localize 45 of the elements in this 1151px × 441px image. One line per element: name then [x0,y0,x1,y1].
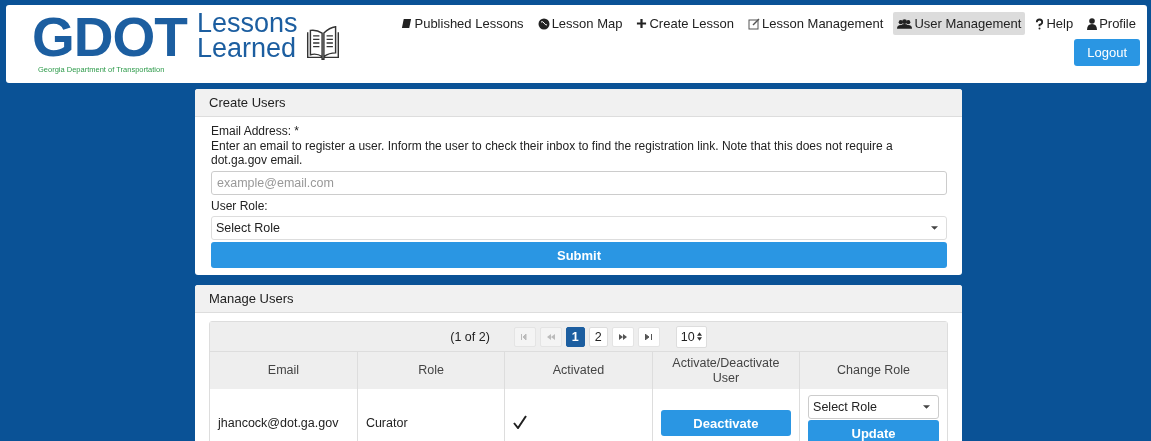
nav-link[interactable]: Lesson Management [744,12,888,35]
users-icon [897,17,913,30]
panel-title: Manage Users [195,285,962,313]
panel-title: Create Users [195,89,962,117]
first-page-icon [520,333,529,340]
nav-link[interactable]: Profile [1083,12,1140,35]
column-header: Activated [504,352,653,389]
plus-icon [636,18,648,29]
book-icon [305,23,342,63]
app-title: Lessons [196,11,298,36]
role-select[interactable]: Select Role [211,216,947,240]
role-select[interactable]: Select Role [808,395,939,419]
next-page-icon [618,333,627,340]
next-page-button[interactable] [611,326,634,347]
spinner-arrows-icon [696,332,702,341]
nav-link[interactable]: Help [1031,12,1078,35]
page-info: (1 of 2) [450,329,490,344]
caret-icon [931,226,938,230]
page-button[interactable]: 1 [565,326,585,347]
column-header: Role [357,352,505,389]
table-cell: Curator [357,389,505,441]
last-page-icon [644,333,653,340]
nav-link[interactable]: Create Lesson [632,12,738,35]
nav-link[interactable]: Lesson Map [533,12,627,35]
caret-icon [923,405,930,409]
column-header: Activate/Deactivate User [652,352,800,389]
book-icon [401,18,413,29]
field-label: User Role: [211,199,269,213]
last-page-button[interactable] [637,326,660,347]
email-field[interactable]: example@email.com [211,171,947,195]
edit-icon [748,17,760,30]
question-mark-icon [1035,17,1045,30]
previous-page-icon [546,333,555,340]
table-cell: jhancock@dot.ga.gov [210,389,358,441]
person-icon [1087,17,1098,30]
app-title: Learned [196,36,297,61]
page-size-select[interactable]: 10 [675,325,707,348]
field-label: Email Address: * [211,124,301,138]
nav-link[interactable]: User Management [893,12,1026,35]
column-header: Change Role [799,352,947,389]
column-header: Email [210,352,358,389]
page-button[interactable]: 2 [588,326,608,347]
logo-mark: GDOT [32,11,187,63]
help-text: Enter an email to register a user. Inform the user to check their inbox to find the registration link. Note that this does not require a dot.ga.gov email. [211,139,894,167]
nav-link[interactable]: Published Lessons [397,12,528,35]
